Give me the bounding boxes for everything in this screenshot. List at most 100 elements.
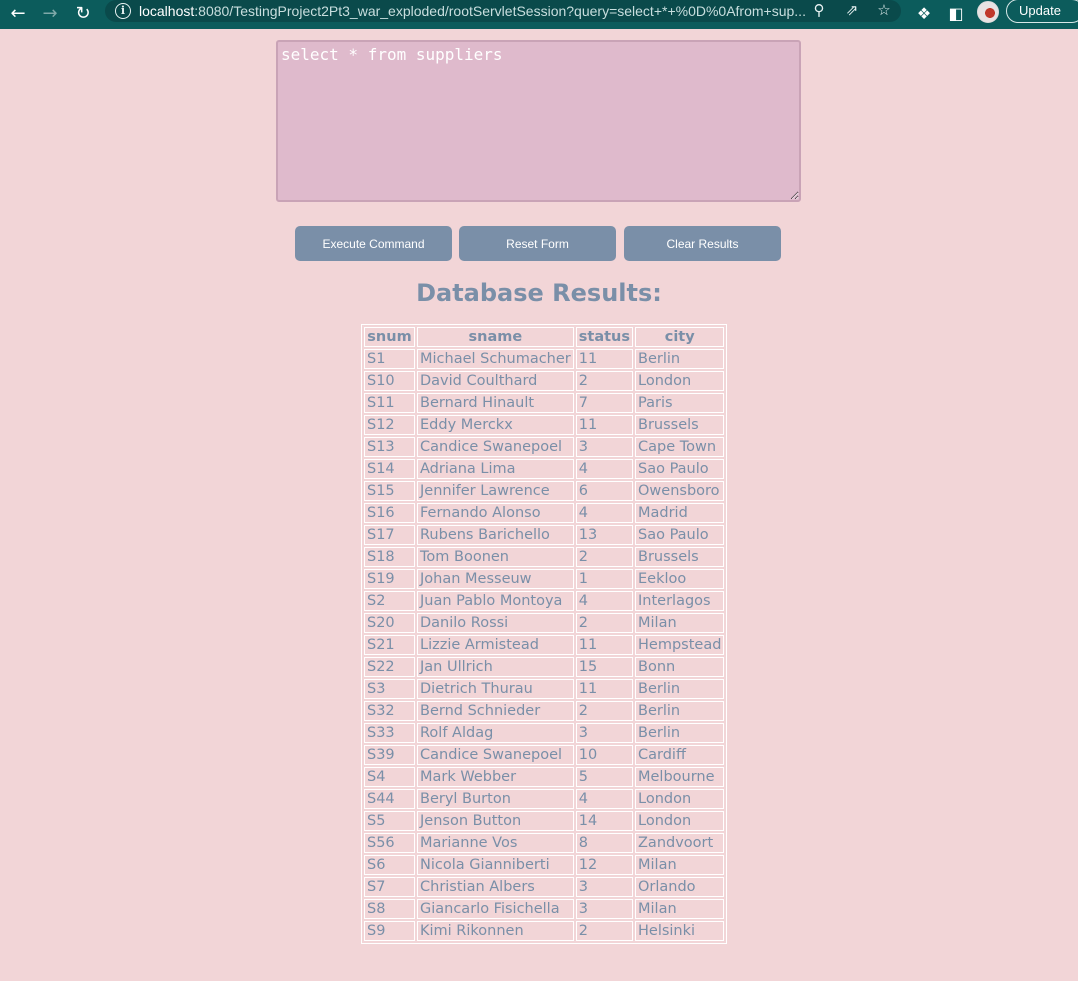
info-icon[interactable]: i [115, 3, 131, 19]
snum-cell: S9 [364, 921, 415, 941]
snum-cell: S33 [364, 723, 415, 743]
snum-cell: S6 [364, 855, 415, 875]
table-row: S10 David Coulthard 2 London [364, 371, 725, 391]
snum-cell: S20 [364, 613, 415, 633]
city-cell: Brussels [635, 547, 725, 567]
sname-cell: Rolf Aldag [417, 723, 574, 743]
snum-cell: S16 [364, 503, 415, 523]
table-header-row: snum sname status city [364, 327, 725, 347]
table-row: S11 Bernard Hinault 7 Paris [364, 393, 725, 413]
snum-cell: S32 [364, 701, 415, 721]
snum-cell: S44 [364, 789, 415, 809]
sname-cell: Eddy Merckx [417, 415, 574, 435]
update-button[interactable]: Update [1006, 0, 1078, 23]
browser-toolbar: ← → ↻ i localhost:8080/TestingProject2Pt… [0, 0, 1078, 29]
side-panel-icon[interactable]: ◧ [945, 2, 967, 26]
table-row: S6 Nicola Gianniberti 12 Milan [364, 855, 725, 875]
share-icon[interactable]: ⇗ [842, 0, 862, 22]
column-header: snum [364, 327, 415, 347]
table-row: S32 Bernd Schnieder 2 Berlin [364, 701, 725, 721]
city-cell: Sao Paulo [635, 459, 725, 479]
snum-cell: S21 [364, 635, 415, 655]
table-row: S20 Danilo Rossi 2 Milan [364, 613, 725, 633]
city-cell: Melbourne [635, 767, 725, 787]
results-title: Database Results: [416, 279, 662, 307]
status-cell: 13 [575, 525, 633, 545]
snum-cell: S3 [364, 679, 415, 699]
table-row: S12 Eddy Merckx 11 Brussels [364, 415, 725, 435]
snum-cell: S15 [364, 481, 415, 501]
city-cell: Bonn [635, 657, 725, 677]
table-row: S15 Jennifer Lawrence 6 Owensboro [364, 481, 725, 501]
city-cell: Cardiff [635, 745, 725, 765]
avatar[interactable] [977, 1, 999, 23]
table-row: S17 Rubens Barichello 13 Sao Paulo [364, 525, 725, 545]
status-cell: 3 [575, 437, 633, 457]
reload-icon[interactable]: ↻ [71, 2, 95, 26]
status-cell: 4 [575, 503, 633, 523]
snum-cell: S4 [364, 767, 415, 787]
city-cell: Eekloo [635, 569, 725, 589]
snum-cell: S1 [364, 349, 415, 369]
sname-cell: Bernard Hinault [417, 393, 574, 413]
city-cell: Cape Town [635, 437, 725, 457]
city-cell: London [635, 811, 725, 831]
sname-cell: Candice Swanepoel [417, 745, 574, 765]
status-cell: 4 [575, 789, 633, 809]
status-cell: 3 [575, 899, 633, 919]
forward-arrow-icon[interactable]: → [38, 2, 62, 26]
clear-results-button[interactable]: Clear Results [624, 226, 781, 261]
city-cell: Hempstead [635, 635, 725, 655]
address-bar[interactable]: i localhost:8080/TestingProject2Pt3_war_… [105, 0, 901, 22]
puzzle-icon[interactable]: ❖ [913, 2, 935, 26]
status-cell: 11 [575, 679, 633, 699]
status-cell: 15 [575, 657, 633, 677]
snum-cell: S19 [364, 569, 415, 589]
sname-cell: Giancarlo Fisichella [417, 899, 574, 919]
table-row: S39 Candice Swanepoel 10 Cardiff [364, 745, 725, 765]
snum-cell: S18 [364, 547, 415, 567]
city-cell: Interlagos [635, 591, 725, 611]
status-cell: 11 [575, 415, 633, 435]
snum-cell: S39 [364, 745, 415, 765]
table-row: S8 Giancarlo Fisichella 3 Milan [364, 899, 725, 919]
status-cell: 12 [575, 855, 633, 875]
snum-cell: S7 [364, 877, 415, 897]
city-cell: Zandvoort [635, 833, 725, 853]
sname-cell: Jennifer Lawrence [417, 481, 574, 501]
table-row: S21 Lizzie Armistead 11 Hempstead [364, 635, 725, 655]
status-cell: 3 [575, 723, 633, 743]
sname-cell: Johan Messeuw [417, 569, 574, 589]
snum-cell: S22 [364, 657, 415, 677]
zoom-icon[interactable]: ⚲ [809, 0, 829, 22]
query-input[interactable]: select * from suppliers [276, 40, 801, 202]
address-url[interactable]: localhost:8080/TestingProject2Pt3_war_ex… [139, 0, 806, 22]
table-row: S7 Christian Albers 3 Orlando [364, 877, 725, 897]
status-cell: 1 [575, 569, 633, 589]
status-cell: 4 [575, 459, 633, 479]
back-arrow-icon[interactable]: ← [6, 2, 30, 26]
sname-cell: Marianne Vos [417, 833, 574, 853]
execute-command-button[interactable]: Execute Command [295, 226, 452, 261]
snum-cell: S8 [364, 899, 415, 919]
snum-cell: S2 [364, 591, 415, 611]
snum-cell: S5 [364, 811, 415, 831]
table-row: S33 Rolf Aldag 3 Berlin [364, 723, 725, 743]
city-cell: London [635, 789, 725, 809]
table-row: S13 Candice Swanepoel 3 Cape Town [364, 437, 725, 457]
city-cell: Berlin [635, 679, 725, 699]
table-row: S5 Jenson Button 14 London [364, 811, 725, 831]
status-cell: 3 [575, 877, 633, 897]
table-row: S19 Johan Messeuw 1 Eekloo [364, 569, 725, 589]
star-icon[interactable]: ☆ [874, 0, 894, 22]
sname-cell: Rubens Barichello [417, 525, 574, 545]
reset-form-button[interactable]: Reset Form [459, 226, 616, 261]
city-cell: Paris [635, 393, 725, 413]
sname-cell: Candice Swanepoel [417, 437, 574, 457]
sname-cell: Michael Schumacher [417, 349, 574, 369]
table-row: S9 Kimi Rikonnen 2 Helsinki [364, 921, 725, 941]
status-cell: 7 [575, 393, 633, 413]
table-row: S22 Jan Ullrich 15 Bonn [364, 657, 725, 677]
status-cell: 14 [575, 811, 633, 831]
table-row: S4 Mark Webber 5 Melbourne [364, 767, 725, 787]
